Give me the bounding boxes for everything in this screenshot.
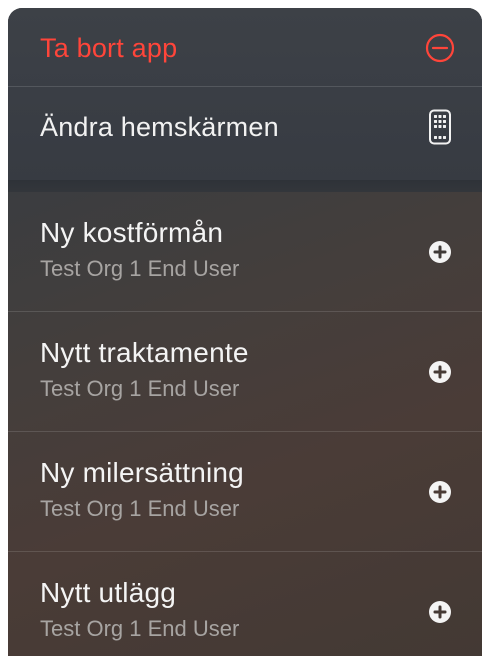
system-actions-group: Ta bort app Ändra hemskärmen <box>8 8 482 182</box>
plus-circle-icon <box>429 361 451 383</box>
group-separator <box>8 180 482 192</box>
shortcut-subtitle: Test Org 1 End User <box>40 496 240 521</box>
shortcut-subtitle: Test Org 1 End User <box>40 616 240 641</box>
shortcut-title: Nytt traktamente <box>40 337 249 368</box>
quick-actions-menu: Ta bort app Ändra hemskärmen Ny kostförm… <box>8 8 482 656</box>
remove-app-label: Ta bort app <box>40 33 178 63</box>
shortcut-item[interactable]: Ny kostförmån Test Org 1 End User <box>8 192 482 312</box>
shortcut-subtitle: Test Org 1 End User <box>40 376 240 401</box>
shortcut-item[interactable]: Nytt traktamente Test Org 1 End User <box>8 312 482 432</box>
phone-screen-icon <box>429 109 451 145</box>
shortcut-item[interactable]: Ny milersättning Test Org 1 End User <box>8 432 482 552</box>
shortcut-item[interactable]: Nytt utlägg Test Org 1 End User <box>8 552 482 656</box>
shortcut-title: Nytt utlägg <box>40 577 177 608</box>
edit-home-screen-label: Ändra hemskärmen <box>40 112 279 142</box>
shortcut-subtitle: Test Org 1 End User <box>40 256 240 281</box>
remove-app-item[interactable]: Ta bort app <box>8 8 482 87</box>
plus-circle-icon <box>429 481 451 503</box>
edit-home-screen-item[interactable]: Ändra hemskärmen <box>8 87 482 166</box>
shortcut-title: Ny kostförmån <box>40 217 224 248</box>
minus-circle-icon <box>425 33 455 63</box>
shortcut-title: Ny milersättning <box>40 457 244 488</box>
app-shortcuts-group: Ny kostförmån Test Org 1 End User Nytt t… <box>8 192 482 656</box>
plus-circle-icon <box>429 241 451 263</box>
plus-circle-icon <box>429 601 451 623</box>
